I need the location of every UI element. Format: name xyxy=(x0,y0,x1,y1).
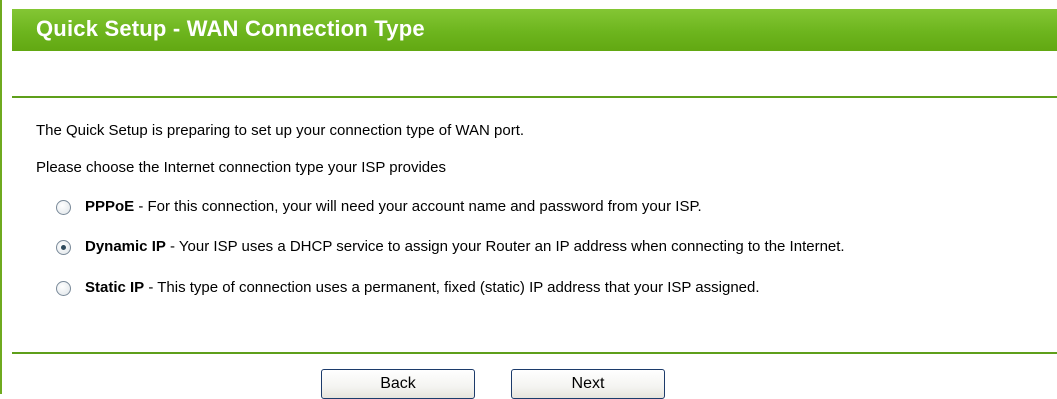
page-title: Quick Setup - WAN Connection Type xyxy=(36,16,425,41)
static-ip-radio[interactable] xyxy=(56,281,71,296)
bottom-divider xyxy=(12,352,1057,354)
intro-text-2: Please choose the Internet connection ty… xyxy=(36,159,446,176)
static-ip-description: - This type of connection uses a permane… xyxy=(144,279,760,296)
back-button[interactable]: Back xyxy=(321,369,475,399)
pppoe-description: - For this connection, your will need yo… xyxy=(134,198,702,215)
title-bar: Quick Setup - WAN Connection Type xyxy=(12,9,1057,51)
pppoe-radio[interactable] xyxy=(56,200,71,215)
dynamic-ip-name: Dynamic IP xyxy=(85,238,166,255)
quick-setup-frame: Quick Setup - WAN Connection Type The Qu… xyxy=(0,0,1057,399)
next-button[interactable]: Next xyxy=(511,369,665,399)
pppoe-label[interactable]: PPPoE - For this connection, your will n… xyxy=(85,198,702,215)
static-ip-label[interactable]: Static IP - This type of connection uses… xyxy=(85,279,760,296)
dynamic-ip-description: - Your ISP uses a DHCP service to assign… xyxy=(165,238,845,255)
intro-text-1: The Quick Setup is preparing to set up y… xyxy=(36,122,525,139)
static-ip-name: Static IP xyxy=(85,279,145,296)
pppoe-name: PPPoE xyxy=(85,198,135,215)
dynamic-ip-label[interactable]: Dynamic IP - Your ISP uses a DHCP servic… xyxy=(85,238,845,255)
top-divider xyxy=(12,96,1057,98)
dynamic-ip-radio[interactable] xyxy=(56,240,71,255)
